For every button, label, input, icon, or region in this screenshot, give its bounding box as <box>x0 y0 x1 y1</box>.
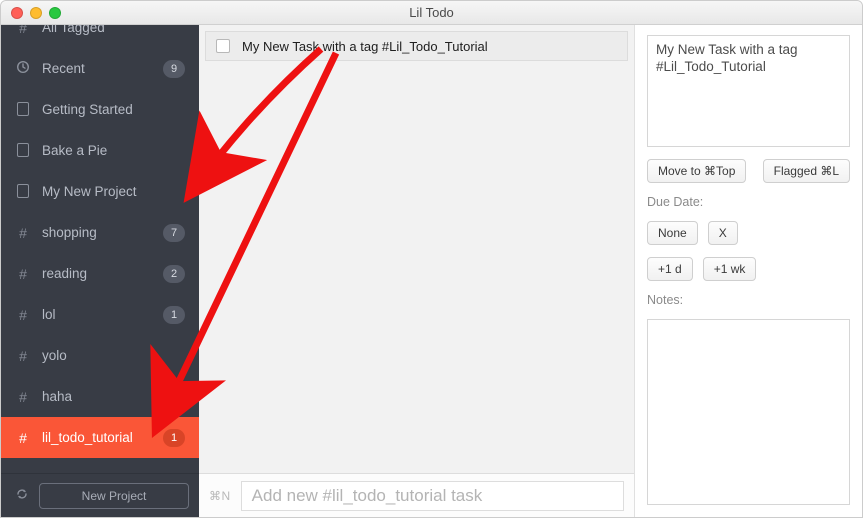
hash-icon <box>15 348 31 364</box>
sidebar-item-label: lil_todo_tutorial <box>42 430 163 445</box>
titlebar: Lil Todo <box>1 1 862 25</box>
flagged-button[interactable]: Flagged ⌘L <box>763 159 850 183</box>
notes-label: Notes: <box>647 293 850 307</box>
add-task-input[interactable]: Add new #lil_todo_tutorial task <box>241 481 624 511</box>
document-icon <box>15 183 31 200</box>
sidebar-item-my-new-project[interactable]: My New Project <box>1 171 199 212</box>
new-project-button[interactable]: New Project <box>39 483 189 509</box>
sidebar-item-label: haha <box>42 389 163 404</box>
hash-icon <box>15 225 31 241</box>
new-project-label: New Project <box>82 489 147 503</box>
document-icon <box>15 142 31 159</box>
sidebar-list: All Tagged Recent 9 Getting Started Bake… <box>1 25 199 473</box>
sidebar-badge: 2 <box>163 265 185 283</box>
sidebar-item-haha[interactable]: haha 1 <box>1 376 199 417</box>
document-icon <box>15 101 31 118</box>
plus-1d-label: +1 d <box>658 262 682 276</box>
sidebar-badge: 1 <box>163 306 185 324</box>
sidebar-item-label: Recent <box>42 61 163 76</box>
sidebar-badge: 1 <box>163 429 185 447</box>
sidebar-item-all-tagged[interactable]: All Tagged <box>1 25 199 48</box>
sidebar-badge: 9 <box>163 60 185 78</box>
flagged-label: Flagged ⌘L <box>774 164 839 178</box>
plus-1wk-button[interactable]: +1 wk <box>703 257 757 281</box>
due-none-label: None <box>658 226 687 240</box>
window-title: Lil Todo <box>1 5 862 20</box>
task-row[interactable]: My New Task with a tag #Lil_Todo_Tutoria… <box>205 31 628 61</box>
close-window-icon[interactable] <box>11 7 23 19</box>
sidebar-item-label: yolo <box>42 348 185 363</box>
move-to-top-label: Move to ⌘Top <box>658 164 735 178</box>
hash-icon <box>15 266 31 282</box>
sidebar-badge: 1 <box>163 388 185 406</box>
main-pane: My New Task with a tag #Lil_Todo_Tutoria… <box>199 25 634 517</box>
sidebar: All Tagged Recent 9 Getting Started Bake… <box>1 25 199 517</box>
sidebar-item-label: lol <box>42 307 163 322</box>
zoom-window-icon[interactable] <box>49 7 61 19</box>
hash-icon <box>15 389 31 405</box>
sidebar-item-shopping[interactable]: shopping 7 <box>1 212 199 253</box>
due-clear-label: X <box>719 226 727 240</box>
sidebar-item-lil-todo-tutorial[interactable]: lil_todo_tutorial 1 <box>1 417 199 458</box>
sidebar-item-label: shopping <box>42 225 163 240</box>
sidebar-item-recent[interactable]: Recent 9 <box>1 48 199 89</box>
task-title: My New Task with a tag #Lil_Todo_Tutoria… <box>242 39 488 54</box>
add-task-placeholder: Add new #lil_todo_tutorial task <box>252 486 483 506</box>
add-task-row: ⌘N Add new #lil_todo_tutorial task <box>199 473 634 517</box>
sidebar-item-label: Getting Started <box>42 102 185 117</box>
sidebar-item-label: reading <box>42 266 163 281</box>
sidebar-item-yolo[interactable]: yolo <box>1 335 199 376</box>
clock-icon <box>15 60 31 77</box>
minimize-window-icon[interactable] <box>30 7 42 19</box>
notes-textarea[interactable] <box>647 319 850 505</box>
move-to-top-button[interactable]: Move to ⌘Top <box>647 159 746 183</box>
sidebar-item-label: Bake a Pie <box>42 143 185 158</box>
due-clear-button[interactable]: X <box>708 221 738 245</box>
sidebar-item-lol[interactable]: lol 1 <box>1 294 199 335</box>
sidebar-item-bake-a-pie[interactable]: Bake a Pie <box>1 130 199 171</box>
detail-pane: My New Task with a tag #Lil_Todo_Tutoria… <box>634 25 862 517</box>
plus-1wk-label: +1 wk <box>714 262 746 276</box>
sidebar-item-getting-started[interactable]: Getting Started <box>1 89 199 130</box>
sidebar-item-label: My New Project <box>42 184 185 199</box>
hash-icon <box>15 430 31 446</box>
add-task-shortcut: ⌘N <box>209 489 231 503</box>
sidebar-badge: 7 <box>163 224 185 242</box>
hash-icon <box>15 25 31 36</box>
task-checkbox[interactable] <box>216 39 230 53</box>
plus-1d-button[interactable]: +1 d <box>647 257 693 281</box>
due-none-button[interactable]: None <box>647 221 698 245</box>
task-list: My New Task with a tag #Lil_Todo_Tutoria… <box>199 25 634 473</box>
hash-icon <box>15 307 31 323</box>
sidebar-item-reading[interactable]: reading 2 <box>1 253 199 294</box>
detail-task-text[interactable]: My New Task with a tag #Lil_Todo_Tutoria… <box>647 35 850 147</box>
sidebar-item-label: All Tagged <box>42 25 185 35</box>
due-date-label: Due Date: <box>647 195 850 209</box>
sidebar-footer: New Project <box>1 473 199 517</box>
sync-icon[interactable] <box>15 487 29 504</box>
